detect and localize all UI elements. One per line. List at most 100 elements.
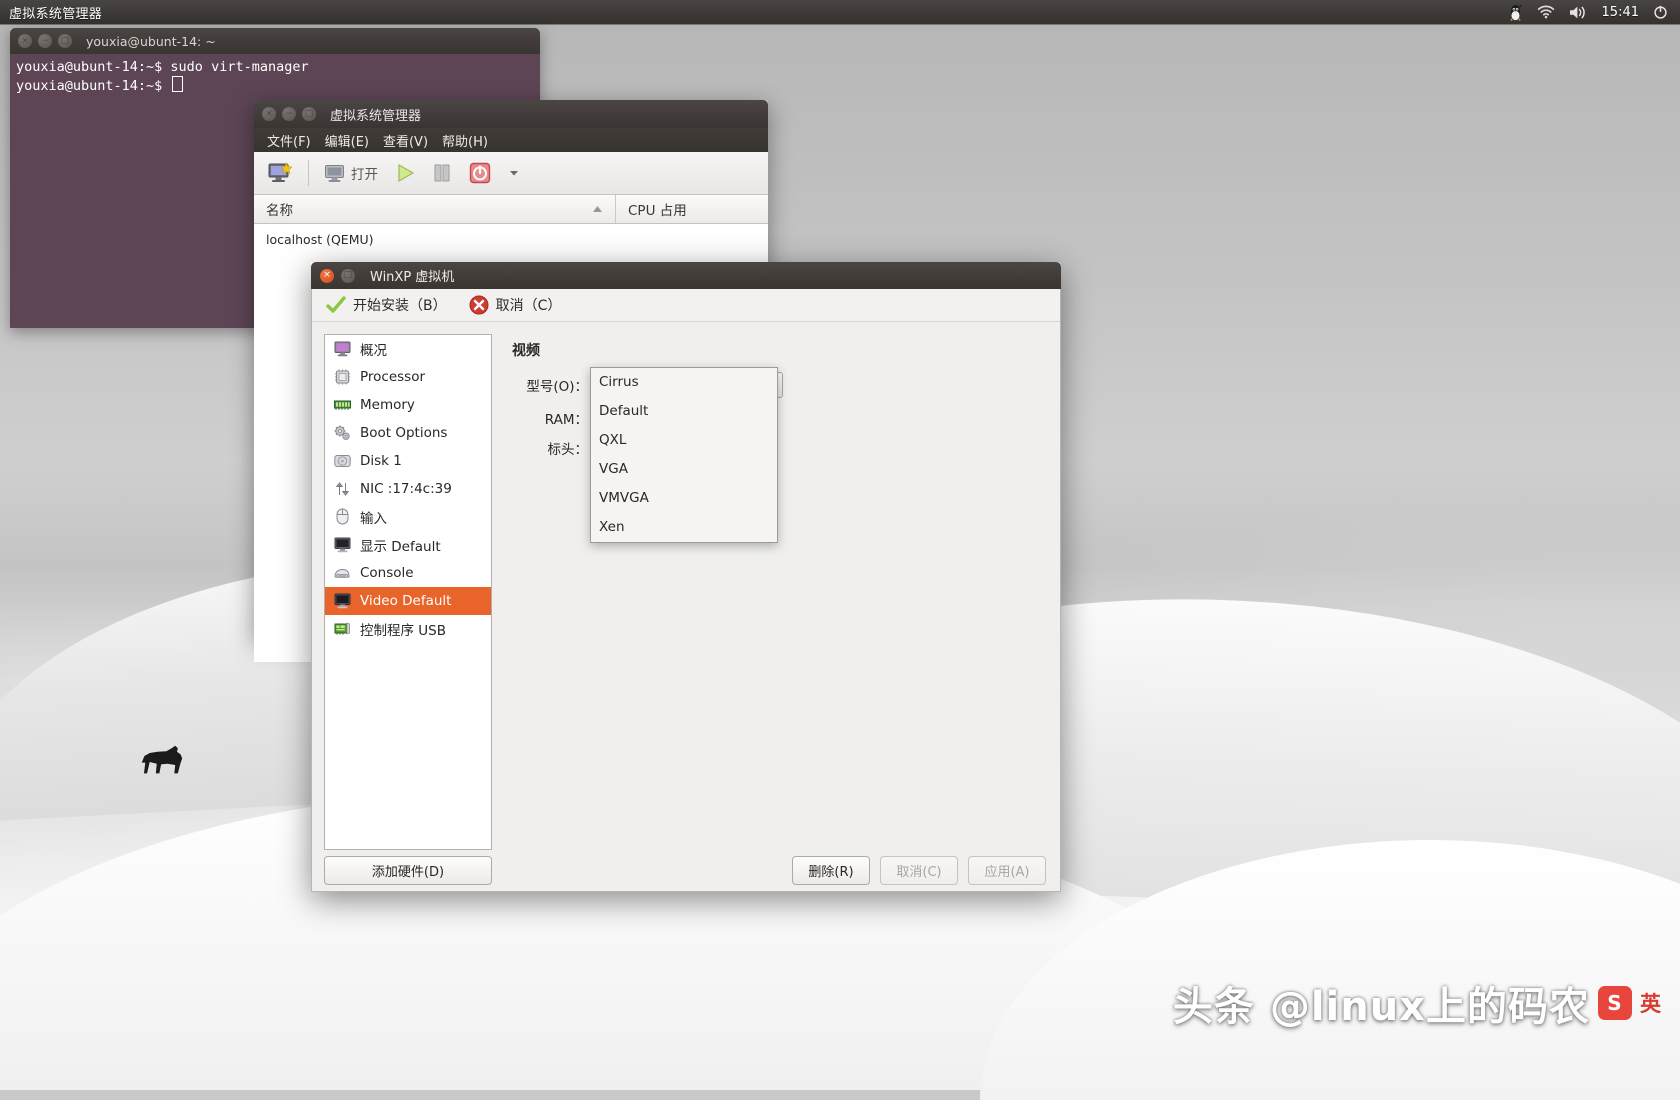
terminal-minimize-icon[interactable]: − xyxy=(38,34,52,48)
memory-stick-icon xyxy=(333,396,351,413)
column-header-cpu[interactable]: CPU 占用 xyxy=(616,195,768,223)
hardware-item-memory[interactable]: Memory xyxy=(325,391,491,419)
list-item[interactable]: localhost (QEMU) xyxy=(254,224,768,255)
dialog-maximize-icon[interactable]: □ xyxy=(341,269,355,283)
run-button[interactable] xyxy=(389,159,421,187)
dropdown-option-cirrus[interactable]: Cirrus xyxy=(591,368,777,397)
hardware-item-label: 概况 xyxy=(360,339,387,359)
gears-icon xyxy=(333,424,351,441)
hardware-item-disk[interactable]: Disk 1 xyxy=(325,447,491,475)
pause-button[interactable] xyxy=(427,159,457,187)
begin-install-button[interactable]: 开始安装（B） xyxy=(326,295,447,315)
vmm-menubar[interactable]: 文件(F) 编辑(E) 查看(V) 帮助(H) xyxy=(254,128,768,152)
section-title: 视频 xyxy=(512,340,1044,360)
dropdown-option-qxl[interactable]: QXL xyxy=(591,426,777,455)
hardware-item-overview[interactable]: 概况 xyxy=(325,335,491,363)
terminal-maximize-icon[interactable]: □ xyxy=(58,34,72,48)
display-monitor-icon xyxy=(333,536,351,553)
dialog-titlebar[interactable]: × □ WinXP 虚拟机 xyxy=(311,262,1061,289)
toolbar-separator xyxy=(308,160,309,186)
system-tray: 15:41 xyxy=(1508,4,1680,21)
dropdown-option-default[interactable]: Default xyxy=(591,397,777,426)
new-vm-button[interactable] xyxy=(262,158,298,188)
hardware-item-nic[interactable]: NIC :17:4c:39 xyxy=(325,475,491,503)
video-monitor-icon xyxy=(333,592,351,609)
vmm-close-icon[interactable]: × xyxy=(262,107,276,121)
vmm-maximize-icon[interactable]: □ xyxy=(302,107,316,121)
menu-edit[interactable]: 编辑(E) xyxy=(318,128,376,153)
hardware-item-label: Memory xyxy=(360,397,415,413)
green-check-icon xyxy=(326,295,346,315)
model-label: 型号(O)： xyxy=(510,375,598,395)
hardware-item-input[interactable]: 输入 xyxy=(325,503,491,531)
hardware-item-video[interactable]: Video Default xyxy=(325,587,491,615)
video-settings-panel: 视频 型号(O)： Default RAM： 标头： xyxy=(502,334,1050,850)
cancel-install-button[interactable]: 取消（C） xyxy=(469,295,562,315)
console-icon xyxy=(333,564,351,581)
new-vm-icon xyxy=(267,161,293,185)
shutdown-icon xyxy=(468,161,492,185)
top-panel: 虚拟系统管理器 xyxy=(0,0,1680,24)
run-icon xyxy=(394,162,416,184)
ram-label: RAM： xyxy=(510,408,598,428)
vmm-titlebar[interactable]: × − □ 虚拟系统管理器 xyxy=(254,100,768,128)
hardware-item-display[interactable]: 显示 Default xyxy=(325,531,491,559)
watermark-text: 头条 @linux上的码农 xyxy=(1173,974,1590,1032)
vmm-toolbar[interactable]: 打开 xyxy=(254,152,768,195)
terminal-cursor xyxy=(172,76,183,92)
hardware-item-label: Processor xyxy=(360,369,425,385)
dialog-main: 概况 Processor xyxy=(312,322,1060,850)
vm-details-dialog[interactable]: × □ WinXP 虚拟机 开始安装（B） 取消（C） xyxy=(311,262,1061,892)
network-arrows-icon xyxy=(333,480,351,497)
linux-penguin-icon[interactable] xyxy=(1508,4,1523,21)
dialog-body: 开始安装（B） 取消（C） xyxy=(311,289,1061,892)
toolbar-dropdown-button[interactable] xyxy=(503,165,525,181)
dialog-action-bar: 开始安装（B） 取消（C） xyxy=(312,289,1060,322)
column-header-name-label: 名称 xyxy=(266,199,293,219)
terminal-close-icon[interactable]: × xyxy=(18,34,32,48)
watermark-badge-icon: S xyxy=(1598,986,1632,1020)
menu-view[interactable]: 查看(V) xyxy=(376,128,435,153)
hardware-item-boot-options[interactable]: Boot Options xyxy=(325,419,491,447)
vmm-minimize-icon[interactable]: − xyxy=(282,107,296,121)
open-button-label: 打开 xyxy=(351,163,378,183)
column-header-name[interactable]: 名称 xyxy=(254,195,616,223)
dropdown-option-xen[interactable]: Xen xyxy=(591,513,777,542)
hardware-item-label: 显示 Default xyxy=(360,535,441,555)
sort-ascending-icon xyxy=(592,205,603,213)
cancel-button[interactable]: 取消(C) xyxy=(880,856,958,885)
hardware-item-usb-controller[interactable]: 控制程序 USB xyxy=(325,615,491,643)
overview-monitor-icon xyxy=(333,340,351,357)
watermark: 头条 @linux上的码农 S 英 xyxy=(1173,974,1662,1032)
apply-button[interactable]: 应用(A) xyxy=(968,856,1046,885)
power-gear-icon[interactable] xyxy=(1653,5,1668,20)
terminal-line: youxia@ubunt-14:~$ sudo virt-manager xyxy=(16,59,534,76)
hardware-item-label: Boot Options xyxy=(360,425,447,441)
menu-file[interactable]: 文件(F) xyxy=(260,128,318,153)
model-dropdown-list[interactable]: Cirrus Default QXL VGA VMVGA Xen xyxy=(590,367,778,543)
terminal-line: youxia@ubunt-14:~$ xyxy=(16,76,534,95)
panel-clock[interactable]: 15:41 xyxy=(1602,5,1639,20)
dropdown-option-vmvga[interactable]: VMVGA xyxy=(591,484,777,513)
menu-help[interactable]: 帮助(H) xyxy=(435,128,495,153)
terminal-title-label: youxia@ubunt-14: ~ xyxy=(86,34,216,49)
heads-label: 标头： xyxy=(510,438,598,458)
hardware-item-processor[interactable]: Processor xyxy=(325,363,491,391)
hardware-list[interactable]: 概况 Processor xyxy=(324,334,492,850)
delete-button[interactable]: 删除(R) xyxy=(792,856,870,885)
hardware-item-console[interactable]: Console xyxy=(325,559,491,587)
dialog-close-icon[interactable]: × xyxy=(320,269,334,283)
red-x-icon xyxy=(469,295,489,315)
wifi-icon[interactable] xyxy=(1537,5,1555,19)
dropdown-option-vga[interactable]: VGA xyxy=(591,455,777,484)
terminal-titlebar[interactable]: × − □ youxia@ubunt-14: ~ xyxy=(10,28,540,54)
shutdown-button[interactable] xyxy=(463,158,497,188)
pause-icon xyxy=(432,162,452,184)
dialog-title-label: WinXP 虚拟机 xyxy=(370,266,454,285)
hardware-item-label: Disk 1 xyxy=(360,453,402,469)
open-button[interactable]: 打开 xyxy=(319,160,383,186)
mouse-icon xyxy=(333,508,351,525)
cpu-chip-icon xyxy=(333,368,351,385)
add-hardware-button[interactable]: 添加硬件(D) xyxy=(324,856,492,885)
volume-icon[interactable] xyxy=(1569,5,1588,20)
